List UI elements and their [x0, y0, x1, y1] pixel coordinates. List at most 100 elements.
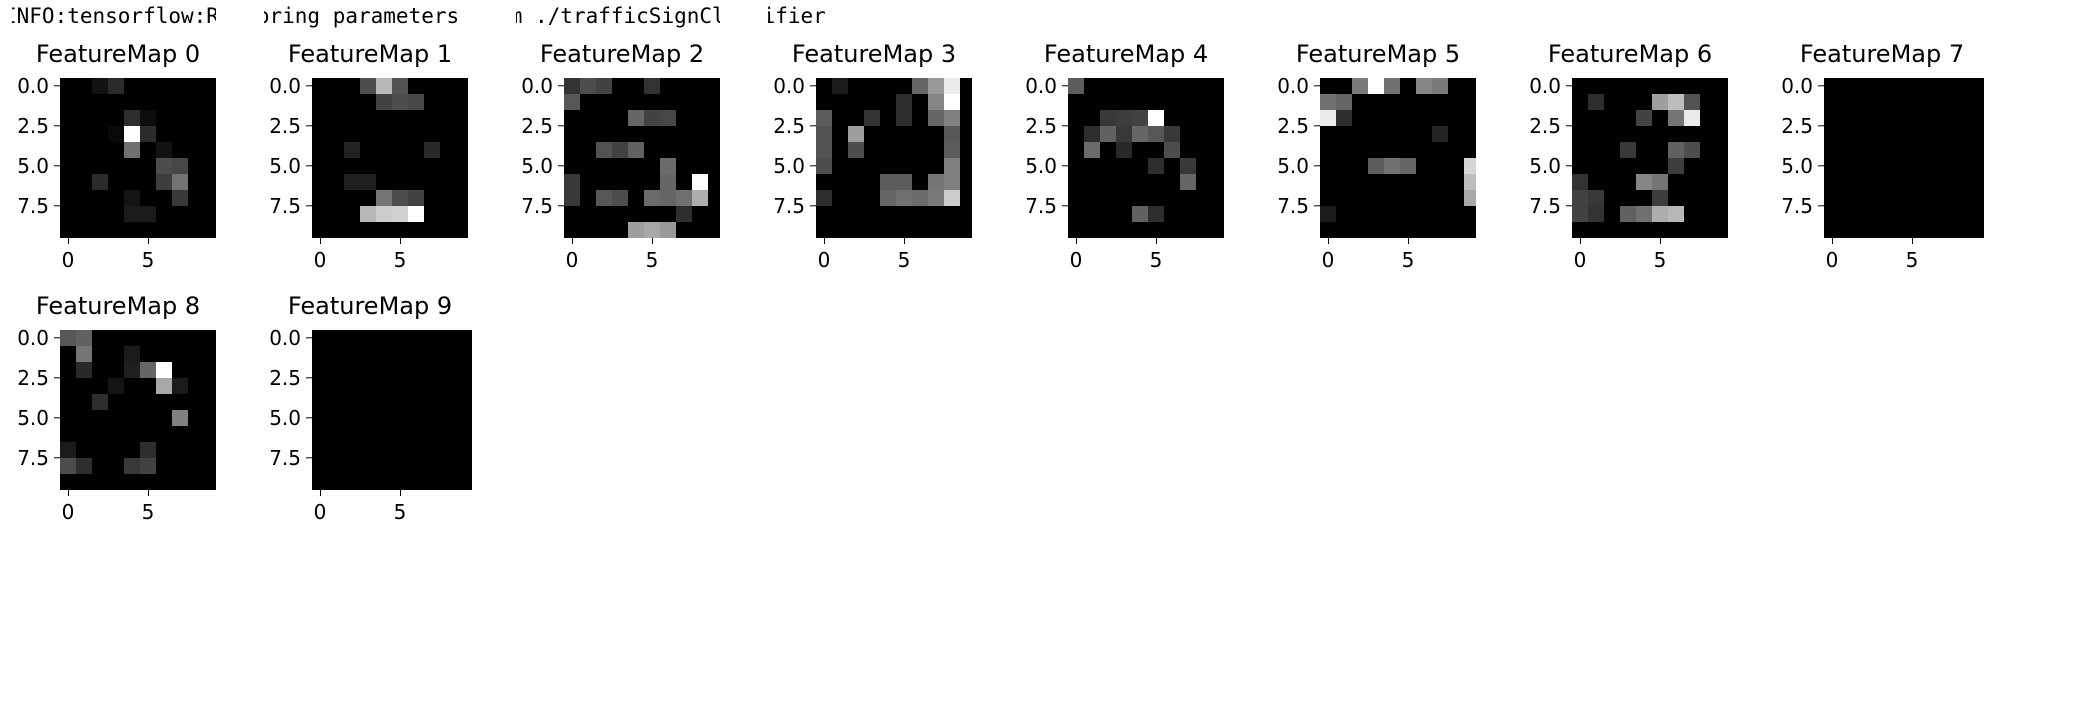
feature-map-axes: 0.0 2.5 5.0 7.5 0 5 [1025, 76, 1228, 270]
heatmap-cell [660, 158, 676, 174]
heatmap-cell [424, 78, 440, 94]
heatmap-cell [1180, 126, 1196, 142]
heatmap-cell [1684, 78, 1700, 94]
heatmap-cell [628, 110, 644, 126]
heatmap-cell [1700, 94, 1716, 110]
heatmap-cell [376, 78, 392, 94]
heatmap-cell [1636, 222, 1652, 238]
heatmap-cell [912, 94, 928, 110]
heatmap-cell [60, 190, 76, 206]
heatmap-cell [1824, 158, 1840, 174]
heatmap-cell [928, 206, 944, 222]
heatmap-cell [392, 442, 408, 458]
heatmap-cell [360, 362, 376, 378]
heatmap-cell [848, 78, 864, 94]
heatmap-cell [76, 426, 92, 442]
heatmap-cell [1352, 190, 1368, 206]
heatmap-cell [1604, 110, 1620, 126]
heatmap-cell [360, 394, 376, 410]
heatmap-cell [1920, 174, 1936, 190]
heatmap-cell [1132, 206, 1148, 222]
heatmap-cell [1068, 110, 1084, 126]
heatmap-cell [1968, 158, 1984, 174]
heatmap-cell [140, 222, 156, 238]
heatmap-cell [660, 94, 676, 110]
heatmap-cell [392, 78, 408, 94]
feature-map-axes: 0.0 2.5 5.0 7.5 0 5 [17, 76, 220, 270]
heatmap-cell [440, 474, 456, 490]
feature-map-heatmap [312, 78, 472, 238]
heatmap-cell [896, 222, 912, 238]
heatmap-cell [1116, 190, 1132, 206]
heatmap-cell [644, 78, 660, 94]
heatmap-cell [124, 142, 140, 158]
heatmap-cell [408, 206, 424, 222]
heatmap-cell [156, 222, 172, 238]
x-tick-label: 0 [61, 500, 75, 524]
heatmap-cell [408, 78, 424, 94]
heatmap-cell [392, 458, 408, 474]
heatmap-cell [1968, 78, 1984, 94]
heatmap-cell [172, 394, 188, 410]
heatmap-cell [376, 158, 392, 174]
heatmap-cell [456, 474, 472, 490]
heatmap-cell [392, 206, 408, 222]
heatmap-cell [156, 474, 172, 490]
y-tick-label: 5.0 [1025, 154, 1057, 178]
heatmap-cell [676, 110, 692, 126]
heatmap-cell [564, 110, 580, 126]
heatmap-cell [1448, 206, 1464, 222]
heatmap-cell [408, 174, 424, 190]
heatmap-cell [360, 94, 376, 110]
heatmap-cell [124, 410, 140, 426]
x-tick-label: 0 [1069, 248, 1083, 272]
heatmap-cell [692, 126, 708, 142]
heatmap-cell [440, 222, 456, 238]
heatmap-cell [692, 110, 708, 126]
heatmap-cell [424, 378, 440, 394]
heatmap-cell [76, 110, 92, 126]
heatmap-cell [1824, 126, 1840, 142]
heatmap-cell [1936, 158, 1952, 174]
heatmap-cell [1872, 142, 1888, 158]
heatmap-cell [676, 222, 692, 238]
heatmap-cell [1180, 190, 1196, 206]
heatmap-cell [1384, 158, 1400, 174]
heatmap-cell [376, 206, 392, 222]
heatmap-cell [832, 190, 848, 206]
heatmap-cell [1116, 222, 1132, 238]
heatmap-cell [596, 142, 612, 158]
heatmap-cell [928, 222, 944, 238]
heatmap-cell [312, 394, 328, 410]
tensorflow-log-line: INFO:tensorflow:Restoring parameters fro… [4, 4, 826, 28]
heatmap-cell [344, 78, 360, 94]
heatmap-cell [124, 442, 140, 458]
heatmap-cell [816, 78, 832, 94]
y-tick-label: 0.0 [521, 74, 553, 98]
heatmap-cell [1068, 158, 1084, 174]
heatmap-cell [596, 174, 612, 190]
heatmap-cell [1196, 110, 1212, 126]
heatmap-cell [912, 206, 928, 222]
heatmap-cell [392, 142, 408, 158]
heatmap-cell [1700, 206, 1716, 222]
heatmap-cell [1148, 110, 1164, 126]
x-tick-label: 0 [565, 248, 579, 272]
heatmap-cell [328, 394, 344, 410]
heatmap-cell [188, 142, 204, 158]
heatmap-cell [1920, 110, 1936, 126]
heatmap-cell [596, 110, 612, 126]
feature-map-title: FeatureMap 1 [287, 40, 453, 68]
heatmap-cell [1856, 158, 1872, 174]
heatmap-cell [424, 458, 440, 474]
heatmap-cell [1588, 126, 1604, 142]
heatmap-cell [896, 158, 912, 174]
heatmap-cell [1148, 142, 1164, 158]
heatmap-cell [676, 126, 692, 142]
heatmap-cell [1668, 158, 1684, 174]
heatmap-cell [408, 158, 424, 174]
feature-map-axes: 0.0 2.5 5.0 7.5 0 5 [773, 76, 976, 270]
heatmap-cell [564, 222, 580, 238]
heatmap-cell [1620, 158, 1636, 174]
heatmap-cell [1352, 174, 1368, 190]
